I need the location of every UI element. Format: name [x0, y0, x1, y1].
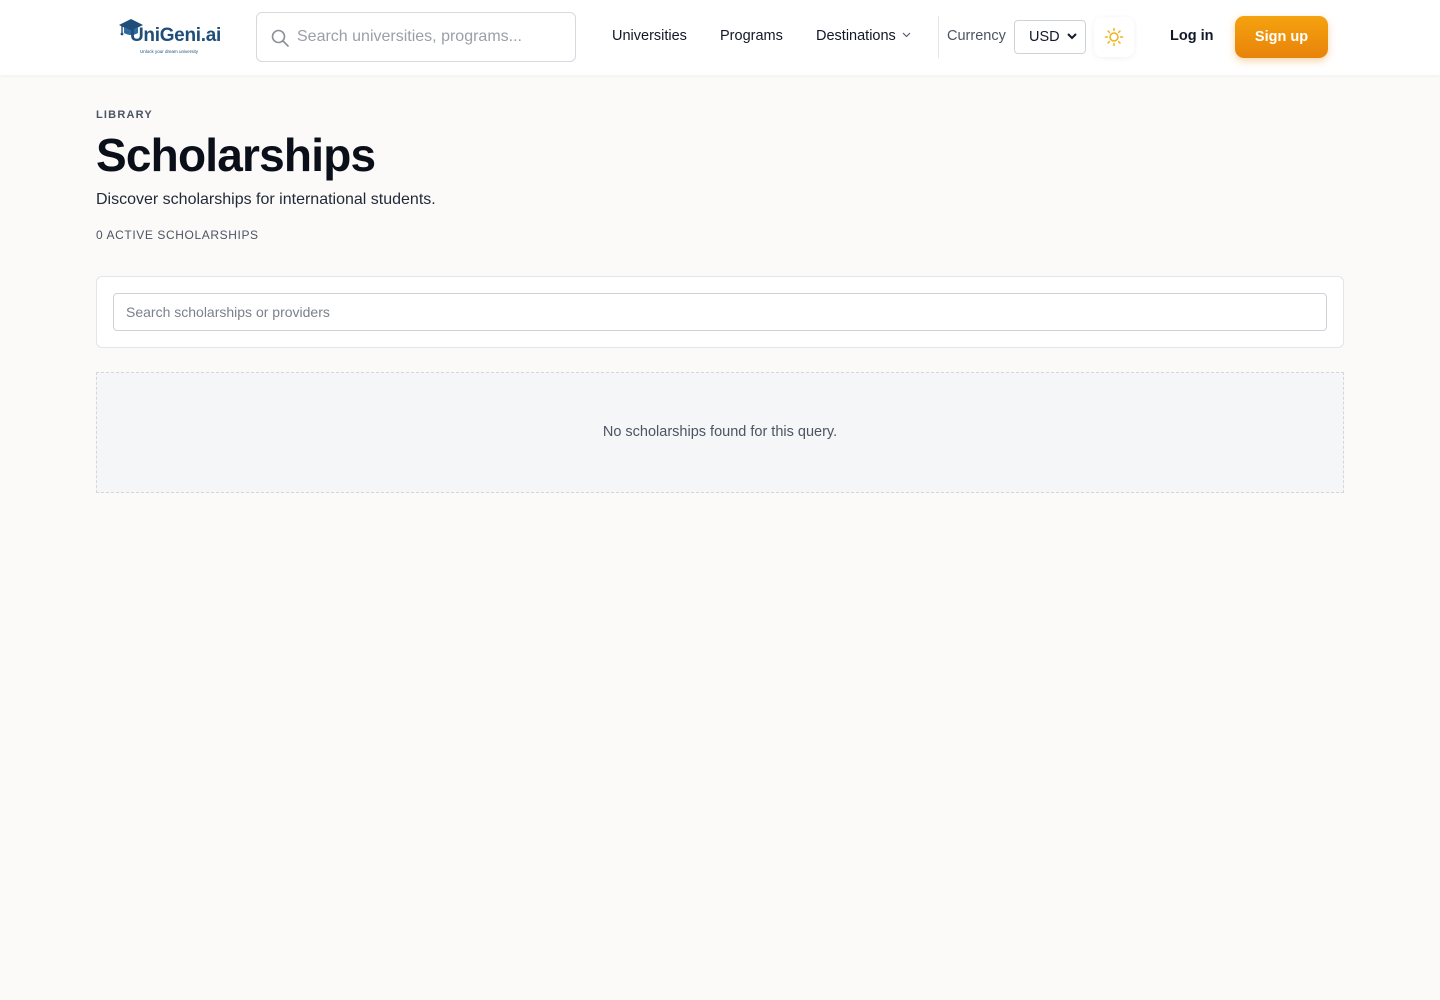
header-divider [938, 16, 939, 58]
currency-label: Currency [947, 28, 1006, 44]
global-search-input[interactable] [297, 13, 567, 61]
currency-selected-value: USD [1029, 29, 1060, 45]
active-scholarships-count: 0 ACTIVE SCHOLARSHIPS [96, 228, 259, 242]
section-eyebrow: LIBRARY [96, 109, 153, 121]
unigeni-logo[interactable]: UniGeni.ai Unlock your dream university [116, 18, 228, 58]
nav-destinations-dropdown[interactable]: Destinations [816, 28, 911, 44]
global-search[interactable] [256, 12, 576, 62]
scholarship-filter-card [96, 276, 1344, 348]
nav-destinations-label: Destinations [816, 28, 896, 44]
logo-wordmark: UniGeni.ai [130, 25, 221, 46]
chevron-down-icon [902, 32, 911, 38]
login-link[interactable]: Log in [1170, 28, 1214, 44]
empty-results-message: No scholarships found for this query. [602, 424, 838, 440]
logo-tagline: Unlock your dream university [140, 49, 199, 54]
top-navigation-bar: UniGeni.ai Unlock your dream university … [0, 0, 1440, 75]
sun-icon [1104, 27, 1124, 47]
search-icon [271, 29, 289, 47]
chevron-down-icon [1067, 33, 1077, 40]
nav-programs-link[interactable]: Programs [720, 28, 783, 44]
scholarship-search-input[interactable] [113, 293, 1327, 331]
signup-button[interactable]: Sign up [1235, 16, 1328, 58]
currency-select[interactable]: USD [1014, 20, 1086, 54]
theme-toggle-button[interactable] [1094, 17, 1134, 57]
page-title: Scholarships [96, 129, 376, 181]
page-subtitle: Discover scholarships for international … [96, 191, 436, 208]
empty-results-panel: No scholarships found for this query. [96, 372, 1344, 493]
nav-universities-link[interactable]: Universities [612, 28, 687, 44]
